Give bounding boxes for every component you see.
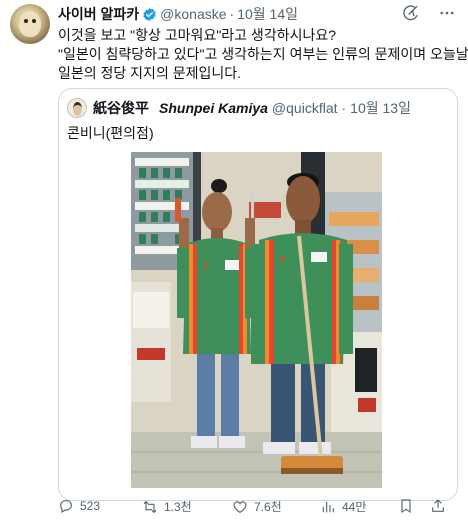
- tweet[interactable]: 사이버 알파카 @konaske · 10월 14일 이것을 보고 "항상 고마…: [0, 0, 468, 532]
- quoted-tweet-time[interactable]: 10월 13일: [350, 98, 411, 118]
- like-button[interactable]: 7.6천: [232, 498, 282, 515]
- like-count: 7.6천: [254, 500, 282, 514]
- quoted-author-handle[interactable]: @quickflat: [272, 100, 338, 116]
- views-button[interactable]: 44만: [320, 498, 366, 515]
- grok-icon[interactable]: [402, 4, 420, 22]
- tweet-text-line: 일본의 정당 지지의 문제입니다.: [58, 65, 241, 81]
- quoted-author-name-jp[interactable]: 紙谷俊平: [93, 98, 149, 118]
- separator-dot: ·: [229, 6, 235, 22]
- tweet-text: 이것을 보고 "항상 고마워요"라고 생각하시나요? "일본이 침략당하고 있다…: [58, 26, 468, 83]
- view-count: 44만: [342, 500, 367, 514]
- bookmark-button[interactable]: [398, 498, 414, 514]
- quoted-tweet-header: 紙谷俊平 Shunpei Kamiya @quickflat · 10월 13일: [67, 98, 411, 118]
- bookmark-icon: [401, 499, 411, 514]
- views-icon: [322, 501, 334, 512]
- retweet-button[interactable]: 1.3천: [142, 498, 192, 515]
- left-badge: 7: [203, 262, 209, 273]
- tweet-time[interactable]: 10월 14일: [237, 4, 298, 24]
- more-icon[interactable]: [438, 4, 456, 22]
- convenience-store-illustration: 7 7: [131, 152, 382, 488]
- retweet-icon: [143, 500, 157, 513]
- share-button[interactable]: [430, 498, 446, 514]
- retweet-count: 1.3천: [164, 500, 192, 514]
- reply-icon: [60, 500, 72, 514]
- tweet-text-line: 이것을 보고 "항상 고마워요"라고 생각하시나요?: [58, 27, 337, 43]
- quoted-tweet[interactable]: 紙谷俊平 Shunpei Kamiya @quickflat · 10월 13일…: [58, 88, 458, 501]
- reply-button[interactable]: 523: [58, 498, 100, 514]
- quoted-author-avatar[interactable]: [67, 98, 87, 118]
- share-icon: [432, 499, 444, 512]
- heart-icon: [233, 500, 247, 513]
- avatar-eye-right: [32, 19, 36, 23]
- tweet-header: 사이버 알파카 @konaske · 10월 14일: [58, 5, 298, 23]
- quoted-tweet-image[interactable]: 7 7: [131, 152, 382, 488]
- avatar-face: [19, 11, 41, 37]
- avatar-eye-left: [24, 19, 28, 23]
- action-bar: 523 1.3천 7.6천 44만: [58, 498, 458, 522]
- separator-dot: ·: [341, 100, 347, 116]
- header-icons: [402, 4, 456, 22]
- quoted-author-name-en[interactable]: Shunpei Kamiya: [159, 100, 268, 116]
- author-avatar[interactable]: [10, 4, 50, 44]
- tweet-text-line: "일본이 침략당하고 있다"고 생각하는지 여부는 인류의 문제이며 오늘날: [58, 46, 468, 62]
- reply-count: 523: [80, 499, 101, 513]
- author-display-name[interactable]: 사이버 알파카: [58, 4, 139, 24]
- quoted-tweet-text: 콘비니(편의점): [67, 125, 154, 141]
- right-badge: 7: [279, 255, 285, 267]
- verified-badge-icon: [143, 7, 156, 21]
- author-handle[interactable]: @konaske: [160, 6, 226, 22]
